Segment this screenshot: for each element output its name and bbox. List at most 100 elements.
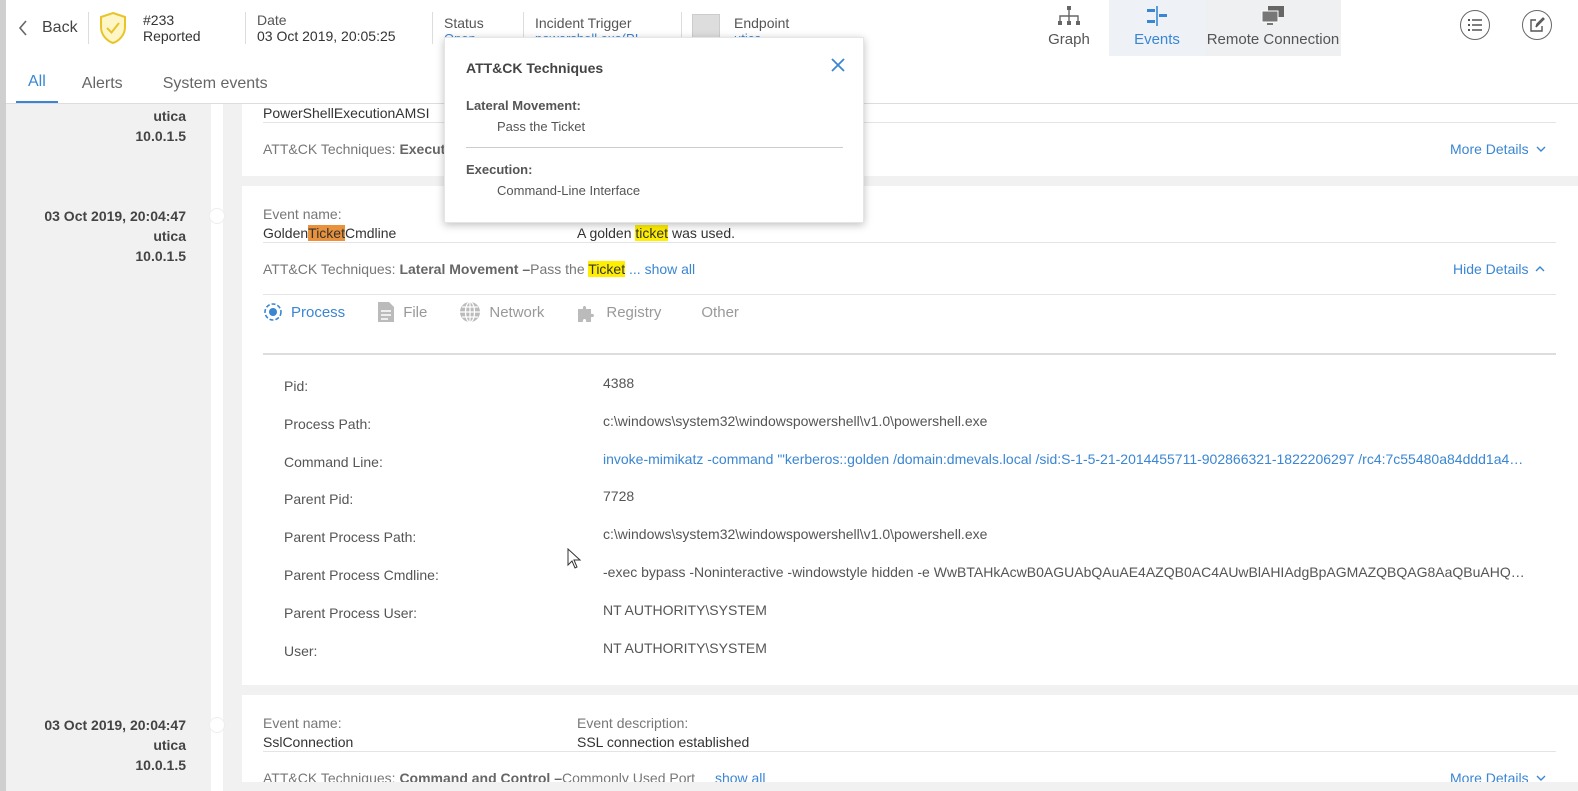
divider [466, 147, 843, 148]
ellipsis: ... [625, 261, 641, 277]
event-description: A golden ticket was used. [577, 225, 735, 241]
tab-alerts[interactable]: Alerts [70, 75, 135, 103]
tab-remote-label: Remote Connection [1206, 31, 1340, 48]
tab-events-label: Events [1134, 31, 1180, 48]
property-label: Pid: [284, 378, 309, 394]
divider [88, 12, 89, 44]
property-label: Process Path: [284, 415, 372, 432]
tab-registry-label: Registry [606, 303, 662, 321]
checklist-button[interactable] [1460, 10, 1490, 40]
view-tabs: Graph Events Remote Connection [1029, 0, 1341, 56]
trigger-label: Incident Trigger [535, 15, 632, 31]
event-meta: 03 Oct 2019, 20:04:47 utica 10.0.1.5 [44, 206, 186, 266]
tab-events[interactable]: Events [1109, 0, 1205, 56]
technique-category: Lateral Movement – [399, 261, 531, 277]
events-icon [1147, 6, 1167, 26]
tab-process[interactable]: Process [263, 302, 345, 322]
command-line-link[interactable]: invoke-mimikatz -command '"kerberos::gol… [603, 451, 1529, 467]
hide-details-toggle[interactable]: Hide Details [1453, 261, 1545, 277]
description-part: A golden [577, 225, 636, 241]
attack-techniques-line: ATT&CK Techniques: Executi [263, 141, 449, 157]
puzzle-icon [578, 306, 595, 322]
back-label: Back [42, 19, 78, 36]
more-details-toggle[interactable]: More Details [1450, 770, 1546, 782]
property-label: Parent Pid: [284, 491, 354, 508]
event-description-label: Event description: [577, 715, 689, 731]
hide-details-label: Hide Details [1453, 261, 1529, 277]
event-card: Event name: SslConnection Event descript… [242, 695, 1578, 782]
attack-techniques-line: ATT&CK Techniques: Lateral Movement –Pas… [263, 261, 695, 277]
globe-icon [460, 301, 481, 323]
divider [263, 294, 1556, 295]
event-meta: utica 10.0.1.5 [135, 106, 186, 146]
incident-number: #233 [143, 12, 175, 28]
incident-id: #233 Reported [133, 12, 245, 44]
tab-system-events[interactable]: System events [151, 75, 280, 103]
tab-all[interactable]: All [16, 73, 58, 103]
timeline-dot [209, 208, 225, 224]
property-label: Parent Process User: [284, 604, 418, 621]
tab-other[interactable]: Other [701, 304, 739, 321]
property-label: Command Line: [284, 453, 383, 470]
event-card-expanded: Event name: GoldenTicketCmdline A golden… [242, 186, 1578, 685]
date-label: Date [257, 12, 287, 28]
show-all-link[interactable]: show all [715, 770, 766, 782]
tab-network[interactable]: Network [459, 301, 544, 323]
event-name-label: Event name: [263, 206, 342, 222]
edit-icon [1530, 17, 1545, 32]
event-name-part: Golden [263, 225, 309, 241]
endpoint-label: Endpoint [734, 15, 790, 31]
techniques-label: ATT&CK Techniques: [263, 770, 396, 782]
more-details-label: More Details [1450, 141, 1529, 157]
details-tabs: Process File Network Registry Other [263, 301, 771, 323]
timeline-dot [209, 717, 225, 733]
property-value: 7728 [603, 488, 635, 505]
attack-techniques-line: ATT&CK Techniques: Command and Control –… [263, 770, 766, 782]
popup-technique: Pass the Ticket [497, 119, 586, 134]
show-all-link[interactable]: show all [645, 261, 696, 277]
popup-technique: Command-Line Interface [497, 183, 641, 198]
tab-graph[interactable]: Graph [1029, 0, 1109, 56]
chevron-left-icon [18, 20, 27, 36]
event-name-value: GoldenTicketCmdline [263, 225, 396, 241]
attack-techniques-popup: ATT&CK Techniques Lateral Movement: Pass… [444, 37, 864, 223]
event-time: 03 Oct 2019, 20:04:47 [44, 208, 186, 224]
divider [263, 242, 1556, 243]
event-name-part: Cmdline [344, 225, 397, 241]
event-meta: 03 Oct 2019, 20:04:47 utica 10.0.1.5 [44, 715, 186, 775]
property-value: 4388 [603, 375, 635, 391]
shield-check-icon [93, 0, 133, 56]
property-value: c:\windows\system32\windowspowershell\v1… [603, 412, 988, 429]
search-highlight: Ticket [308, 225, 345, 241]
close-icon [831, 58, 845, 72]
more-details-label: More Details [1450, 770, 1529, 782]
tab-registry[interactable]: Registry [576, 301, 661, 323]
property-label: Parent Process Cmdline: [284, 567, 439, 583]
search-highlight: ticket [635, 225, 669, 241]
checklist-icon [1468, 19, 1482, 31]
close-button[interactable] [829, 56, 847, 74]
back-button[interactable]: Back [6, 0, 88, 56]
tab-network-label: Network [489, 303, 545, 321]
property-value: NT AUTHORITY\SYSTEM [603, 639, 767, 656]
event-name-value: SslConnection [263, 734, 354, 750]
chevron-down-icon [1536, 146, 1546, 152]
divider [263, 751, 1556, 752]
tab-remote-connection[interactable]: Remote Connection [1205, 0, 1341, 56]
technique-category: Executi [399, 141, 450, 157]
graph-icon [1058, 6, 1080, 25]
popup-title: ATT&CK Techniques [466, 60, 604, 76]
tab-graph-label: Graph [1048, 31, 1090, 48]
incident-events-view: Back #233 Reported Date 03 Oct 2019, 20:… [0, 0, 1578, 791]
more-details-toggle[interactable]: More Details [1450, 141, 1546, 157]
techniques-label: ATT&CK Techniques: [263, 261, 396, 277]
mouse-cursor-icon [567, 548, 582, 569]
process-icon [264, 303, 282, 321]
date-value: 03 Oct 2019, 20:05:25 [257, 28, 396, 44]
technique-category: Command and Control – [399, 770, 562, 782]
technique-name: Commonly Used Port [562, 770, 696, 782]
edit-button[interactable] [1522, 10, 1552, 40]
date-field: Date 03 Oct 2019, 20:05:25 [246, 12, 432, 44]
event-name-label: Event name: [263, 715, 342, 731]
tab-file[interactable]: File [377, 301, 427, 323]
